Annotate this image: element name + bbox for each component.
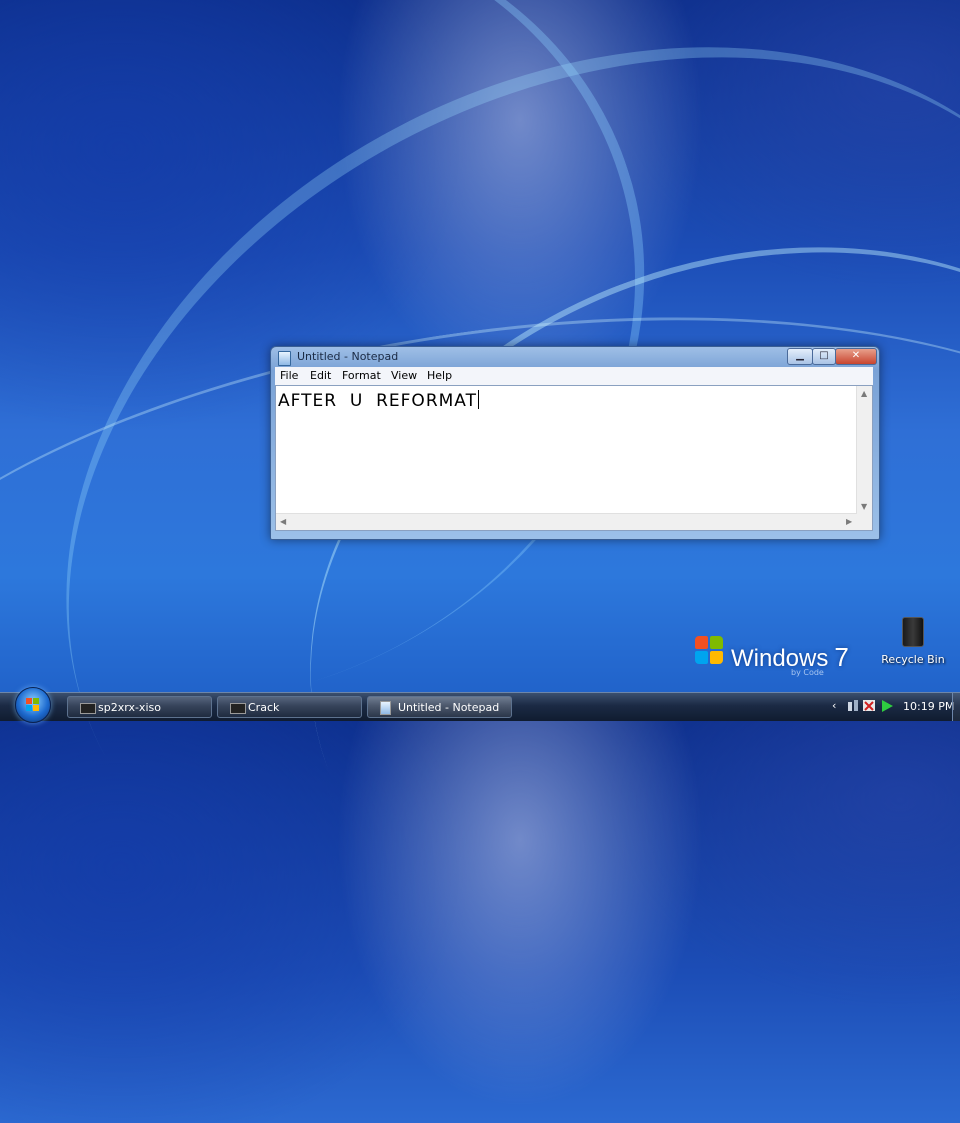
title-bar[interactable]: Untitled - Notepad ▁ □ ✕	[271, 347, 879, 367]
notepad-icon	[380, 701, 391, 715]
taskbar-item-label: Crack	[248, 701, 280, 714]
start-button[interactable]	[15, 687, 51, 723]
tray-expand-icon[interactable]: ‹	[832, 699, 836, 712]
recycle-bin[interactable]: Recycle Bin	[880, 617, 946, 667]
taskbar-item-label: sp2xrx-xiso	[98, 701, 161, 714]
wallpaper-swoosh	[206, 127, 960, 1099]
horizontal-scrollbar[interactable]: ◀ ▶	[276, 513, 857, 530]
windows-version: 7	[834, 642, 849, 672]
recycle-bin-icon	[902, 617, 924, 647]
taskbar-item-notepad[interactable]: Untitled - Notepad	[367, 696, 512, 718]
show-desktop-button[interactable]	[952, 693, 960, 721]
scroll-right-icon[interactable]: ▶	[846, 517, 852, 526]
action-center-flag-icon[interactable]	[862, 699, 878, 713]
taskbar: sp2xrx-xiso Crack Untitled - Notepad ‹ 1…	[0, 687, 960, 723]
console-icon	[80, 703, 96, 714]
taskbar-item-sp2xrx-xiso[interactable]: sp2xrx-xiso	[67, 696, 212, 718]
resize-grip[interactable]	[856, 514, 872, 530]
recycle-bin-label: Recycle Bin	[881, 653, 945, 666]
menu-view[interactable]: View	[391, 369, 417, 382]
console-icon	[230, 703, 246, 714]
windows-flag-icon	[695, 636, 725, 666]
menu-help[interactable]: Help	[427, 369, 452, 382]
text-caret	[478, 390, 479, 409]
vertical-scrollbar[interactable]: ▲ ▼	[856, 386, 872, 514]
play-icon[interactable]	[880, 699, 894, 713]
windows-logo-text: Windows 7	[731, 642, 849, 672]
start-orb-icon	[26, 698, 40, 712]
scroll-up-icon[interactable]: ▲	[861, 389, 867, 398]
taskbar-item-crack[interactable]: Crack	[217, 696, 362, 718]
scroll-down-icon[interactable]: ▼	[861, 502, 867, 511]
notepad-icon	[278, 351, 291, 366]
minimize-button[interactable]: ▁	[787, 348, 813, 365]
windows-logo-subtext: by Code	[791, 668, 824, 677]
network-icon[interactable]	[847, 699, 859, 713]
editor-text: AFTER U REFORMAT	[278, 391, 477, 411]
menu-file[interactable]: File	[280, 369, 298, 382]
editor-content: AFTER U REFORMAT	[278, 390, 479, 411]
notepad-window[interactable]: Untitled - Notepad ▁ □ ✕ File Edit Forma…	[270, 346, 880, 540]
close-button[interactable]: ✕	[835, 348, 877, 365]
menu-edit[interactable]: Edit	[310, 369, 331, 382]
scroll-left-icon[interactable]: ◀	[280, 517, 286, 526]
menu-format[interactable]: Format	[342, 369, 381, 382]
clock[interactable]: 10:19 PM	[903, 700, 954, 713]
menu-bar: File Edit Format View Help	[275, 367, 873, 385]
maximize-button[interactable]: □	[812, 348, 836, 365]
window-title: Untitled - Notepad	[297, 350, 399, 363]
wallpaper-swoosh	[0, 0, 960, 1123]
taskbar-item-label: Untitled - Notepad	[398, 701, 500, 714]
text-editor[interactable]: AFTER U REFORMAT ▲ ▼ ◀ ▶	[275, 385, 873, 531]
